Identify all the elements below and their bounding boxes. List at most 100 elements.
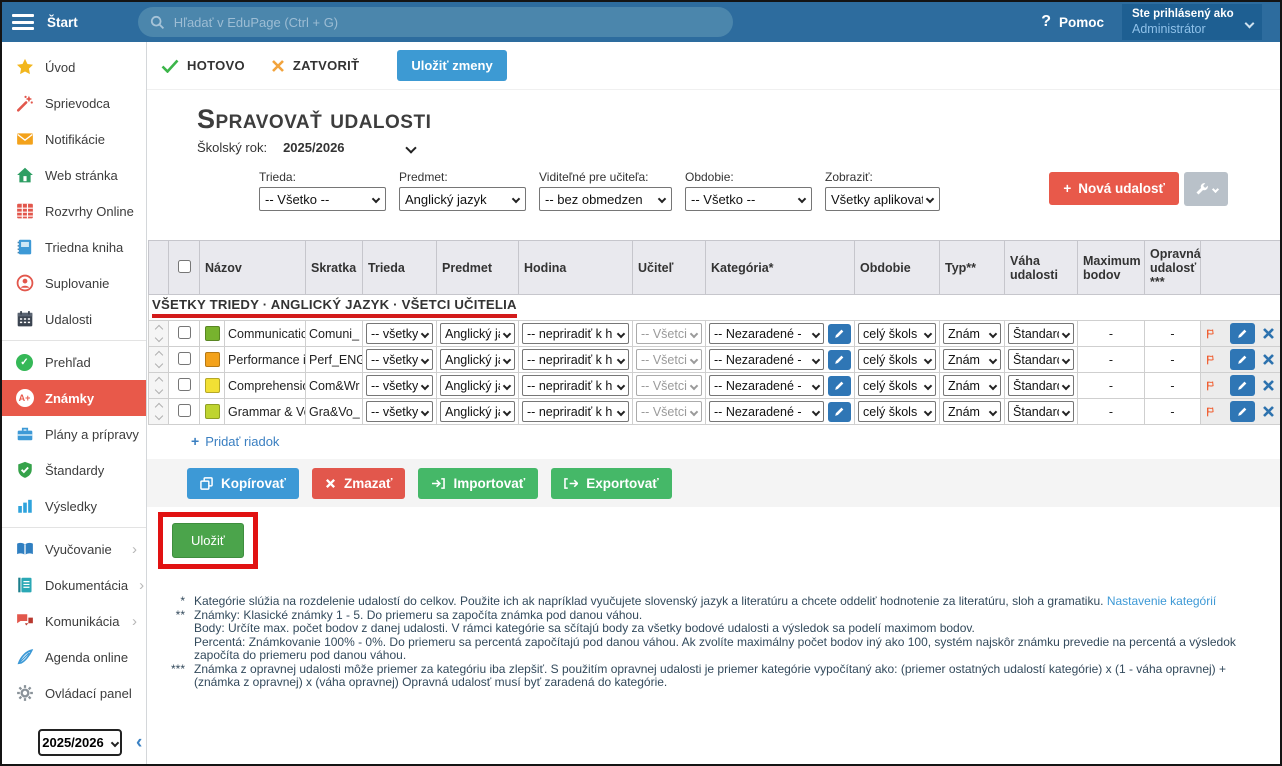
event-color-swatch[interactable]: [205, 404, 220, 419]
row-checkbox[interactable]: [178, 378, 191, 391]
hodina-select[interactable]: -- nepriradiť k h: [522, 375, 629, 396]
obdobie-select[interactable]: celý škols: [858, 375, 936, 396]
row-checkbox[interactable]: [178, 404, 191, 417]
zobrazit-filter-select[interactable]: Všetky aplikovat: [825, 187, 940, 211]
trieda-select[interactable]: -- všetky: [366, 323, 433, 344]
sidebar-item-suplovanie[interactable]: Suplovanie: [2, 265, 146, 301]
trieda-select[interactable]: -- všetky: [366, 375, 433, 396]
obdobie-select[interactable]: celý škols: [858, 401, 936, 422]
sidebar-item-rozvrhy[interactable]: Rozvrhy Online: [2, 193, 146, 229]
row-checkbox[interactable]: [178, 326, 191, 339]
flag-icon[interactable]: [1206, 404, 1216, 420]
trieda-filter-select[interactable]: -- Všetko --: [259, 187, 386, 211]
event-color-cell[interactable]: [200, 399, 225, 425]
row-checkbox[interactable]: [178, 352, 191, 365]
sidebar-item-uvod[interactable]: Úvod: [2, 49, 146, 85]
predmet-select[interactable]: Anglický ja: [440, 401, 515, 422]
event-color-swatch[interactable]: [205, 378, 220, 393]
nastavenie-kategorii-link[interactable]: Nastavenie kategórií: [1107, 594, 1216, 608]
sidebar-item-vysledky[interactable]: Výsledky: [2, 488, 146, 524]
sidebar-item-triedna-kniha[interactable]: Triedna kniha: [2, 229, 146, 265]
predmet-filter-select[interactable]: Anglický jazyk: [399, 187, 526, 211]
close-button[interactable]: ZATVORIŤ: [271, 58, 359, 73]
chevron-down-icon[interactable]: [405, 142, 416, 153]
trieda-select[interactable]: -- všetky: [366, 401, 433, 422]
vaha-select[interactable]: Štandard: [1008, 323, 1074, 344]
edit-row-button[interactable]: [1230, 401, 1255, 422]
vaha-select[interactable]: Štandard: [1008, 375, 1074, 396]
delete-row-icon[interactable]: [1262, 379, 1275, 392]
settings-wrench-button[interactable]: [1184, 172, 1228, 206]
edit-row-button[interactable]: [1230, 375, 1255, 396]
obdobie-select[interactable]: celý škols: [858, 349, 936, 370]
event-color-cell[interactable]: [200, 373, 225, 399]
vaha-select[interactable]: Štandard: [1008, 401, 1074, 422]
delete-button[interactable]: Zmazať: [312, 468, 405, 499]
event-color-swatch[interactable]: [205, 352, 220, 367]
new-event-button[interactable]: + Nová udalosť: [1049, 172, 1179, 205]
school-year-value[interactable]: 2025/2026: [283, 140, 344, 155]
hodina-select[interactable]: -- nepriradiť k h: [522, 401, 629, 422]
drag-handle[interactable]: [149, 373, 169, 399]
typ-select[interactable]: Znám: [943, 323, 1001, 344]
event-skratka-cell[interactable]: Perf_ENG: [306, 347, 363, 373]
school-year-select[interactable]: 2025/2026: [38, 729, 122, 756]
hodina-select[interactable]: -- nepriradiť k h: [522, 323, 629, 344]
sidebar-item-sprievodca[interactable]: Sprievodca: [2, 85, 146, 121]
sidebar-item-web-stranka[interactable]: Web stránka: [2, 157, 146, 193]
copy-button[interactable]: Kopírovať: [187, 468, 299, 499]
sidebar-item-prehlad[interactable]: ✓ Prehľad: [2, 344, 146, 380]
help-button[interactable]: ? Pomoc: [1041, 13, 1104, 31]
kategoria-select[interactable]: -- Nezaradené -: [709, 401, 824, 422]
hodina-select[interactable]: -- nepriradiť k h: [522, 349, 629, 370]
predmet-select[interactable]: Anglický ja: [440, 349, 515, 370]
sidebar-item-znamky[interactable]: A+ Známky: [2, 380, 146, 416]
sidebar-item-agenda[interactable]: Agenda online: [2, 639, 146, 675]
search-input-wrap[interactable]: [138, 7, 733, 37]
drag-handle[interactable]: [149, 321, 169, 347]
obdobie-filter-select[interactable]: -- Všetko --: [685, 187, 812, 211]
flag-icon[interactable]: [1206, 352, 1216, 368]
flag-icon[interactable]: [1206, 378, 1216, 394]
edit-kategoria-button[interactable]: [828, 350, 851, 370]
sidebar-item-vyucovanie[interactable]: Vyučovanie ›: [2, 531, 146, 567]
sidebar-item-notifikacie[interactable]: Notifikácie: [2, 121, 146, 157]
search-input[interactable]: [174, 15, 721, 30]
delete-row-icon[interactable]: [1262, 353, 1275, 366]
event-skratka-cell[interactable]: Gra&Vo_: [306, 399, 363, 425]
trieda-select[interactable]: -- všetky: [366, 349, 433, 370]
vaha-select[interactable]: Štandard: [1008, 349, 1074, 370]
sidebar-item-plany[interactable]: Plány a prípravy: [2, 416, 146, 452]
export-button[interactable]: Exportovať: [551, 468, 671, 499]
edit-kategoria-button[interactable]: [828, 402, 851, 422]
edit-kategoria-button[interactable]: [828, 376, 851, 396]
delete-row-icon[interactable]: [1262, 405, 1275, 418]
edit-row-button[interactable]: [1230, 323, 1255, 344]
user-menu[interactable]: Ste prihlásený ako Administrátor: [1122, 4, 1262, 40]
menu-icon[interactable]: [12, 14, 34, 30]
sidebar-item-udalosti[interactable]: Udalosti: [2, 301, 146, 337]
kategoria-select[interactable]: -- Nezaradené -: [709, 349, 824, 370]
kategoria-select[interactable]: -- Nezaradené -: [709, 323, 824, 344]
sidebar-item-dokumentacia[interactable]: Dokumentácia ›: [2, 567, 146, 603]
predmet-select[interactable]: Anglický ja: [440, 323, 515, 344]
start-button[interactable]: Štart: [47, 15, 78, 30]
add-row-button[interactable]: + Pridať riadok: [191, 433, 279, 449]
drag-handle[interactable]: [149, 399, 169, 425]
drag-handle[interactable]: [149, 347, 169, 373]
delete-row-icon[interactable]: [1262, 327, 1275, 340]
edit-kategoria-button[interactable]: [828, 324, 851, 344]
save-changes-button[interactable]: Uložiť zmeny: [397, 50, 506, 81]
typ-select[interactable]: Znám: [943, 401, 1001, 422]
save-button[interactable]: Uložiť: [172, 523, 244, 558]
sidebar-item-standardy[interactable]: Štandardy: [2, 452, 146, 488]
import-button[interactable]: Importovať: [418, 468, 538, 499]
event-skratka-cell[interactable]: Comuni_: [306, 321, 363, 347]
event-skratka-cell[interactable]: Com&Wr: [306, 373, 363, 399]
edit-row-button[interactable]: [1230, 349, 1255, 370]
event-name-cell[interactable]: Performance in Er: [225, 347, 306, 373]
event-color-swatch[interactable]: [205, 326, 220, 341]
viditelne-filter-select[interactable]: -- bez obmedzen: [539, 187, 672, 211]
select-all-checkbox[interactable]: [178, 260, 191, 273]
sidebar-item-komunikacia[interactable]: Komunikácia ›: [2, 603, 146, 639]
